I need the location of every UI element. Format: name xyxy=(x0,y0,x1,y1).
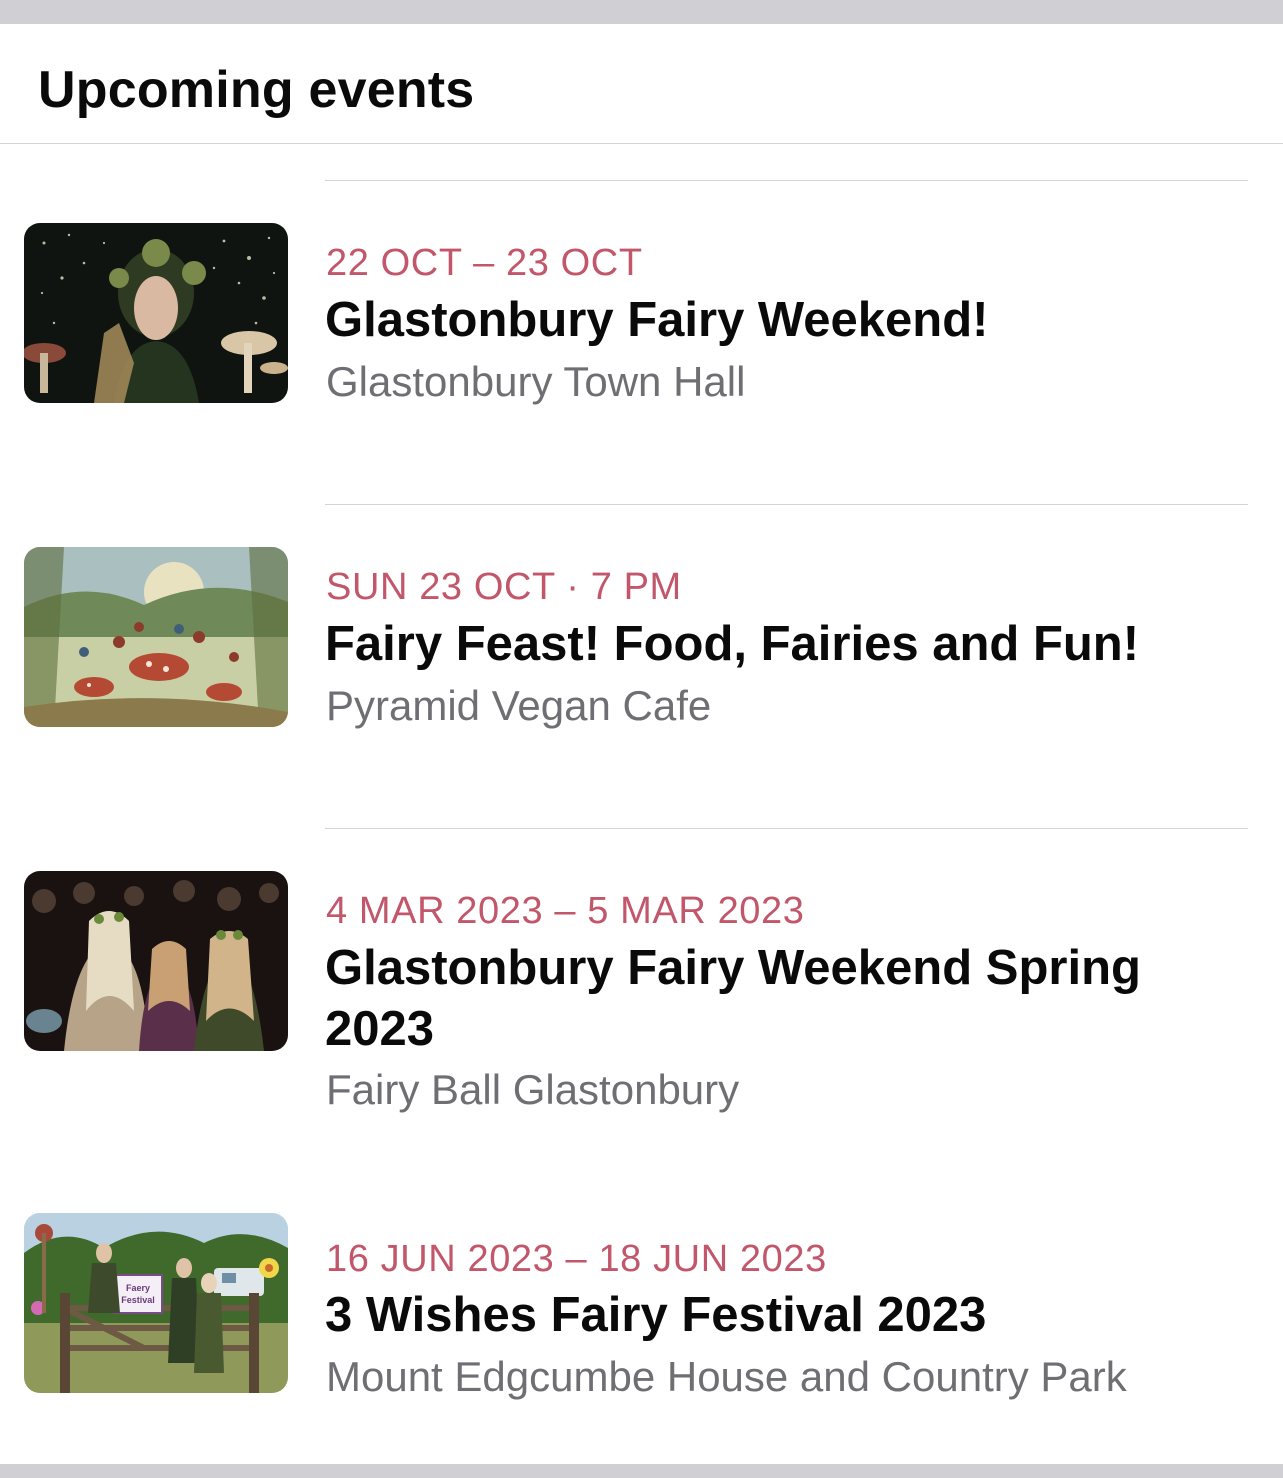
event-divider xyxy=(325,180,1248,181)
upcoming-events-card: Upcoming events 22 OCT – 23 OCT Glastonb… xyxy=(0,24,1283,1464)
event-venue: Mount Edgcumbe House and Country Park xyxy=(326,1353,1127,1400)
event-item[interactable]: Faery Festival 16 JUN 2023 – 18 JUN 2023… xyxy=(0,1194,1283,1434)
event-divider xyxy=(325,828,1248,829)
section-title: Upcoming events xyxy=(38,61,475,119)
event-thumbnail[interactable]: Faery Festival xyxy=(24,1213,288,1393)
fairy-ball-crowd-image xyxy=(24,871,288,1051)
event-title[interactable]: Glastonbury Fairy Weekend Spring 2023 xyxy=(325,938,1225,1060)
event-date: SUN 23 OCT · 7 PM xyxy=(326,566,682,608)
event-title[interactable]: Fairy Feast! Food, Fairies and Fun! xyxy=(325,614,1225,675)
fairy-woman-with-mushrooms-image xyxy=(24,223,288,403)
event-item[interactable]: 22 OCT – 23 OCT Glastonbury Fairy Weeken… xyxy=(0,180,1283,480)
event-venue: Glastonbury Town Hall xyxy=(326,358,746,405)
event-venue: Fairy Ball Glastonbury xyxy=(326,1066,740,1113)
event-title[interactable]: 3 Wishes Fairy Festival 2023 xyxy=(325,1285,1225,1346)
event-date: 22 OCT – 23 OCT xyxy=(326,242,643,284)
section-header: Upcoming events xyxy=(0,24,1283,144)
event-venue: Pyramid Vegan Cafe xyxy=(326,682,712,729)
event-title[interactable]: Glastonbury Fairy Weekend! xyxy=(325,290,1225,351)
event-thumbnail[interactable] xyxy=(24,871,288,1051)
svg-text:Faery: Faery xyxy=(126,1283,150,1293)
event-item[interactable]: 4 MAR 2023 – 5 MAR 2023 Glastonbury Fair… xyxy=(0,828,1283,1188)
event-thumbnail[interactable] xyxy=(24,547,288,727)
fairy-dance-illustration-image xyxy=(24,547,288,727)
event-item[interactable]: SUN 23 OCT · 7 PM Fairy Feast! Food, Fai… xyxy=(0,504,1283,804)
event-thumbnail[interactable] xyxy=(24,223,288,403)
event-date: 16 JUN 2023 – 18 JUN 2023 xyxy=(326,1238,827,1280)
event-divider xyxy=(325,504,1248,505)
fairy-festival-gate-image: Faery Festival xyxy=(24,1213,288,1393)
event-date: 4 MAR 2023 – 5 MAR 2023 xyxy=(326,890,805,932)
svg-text:Festival: Festival xyxy=(121,1295,155,1305)
